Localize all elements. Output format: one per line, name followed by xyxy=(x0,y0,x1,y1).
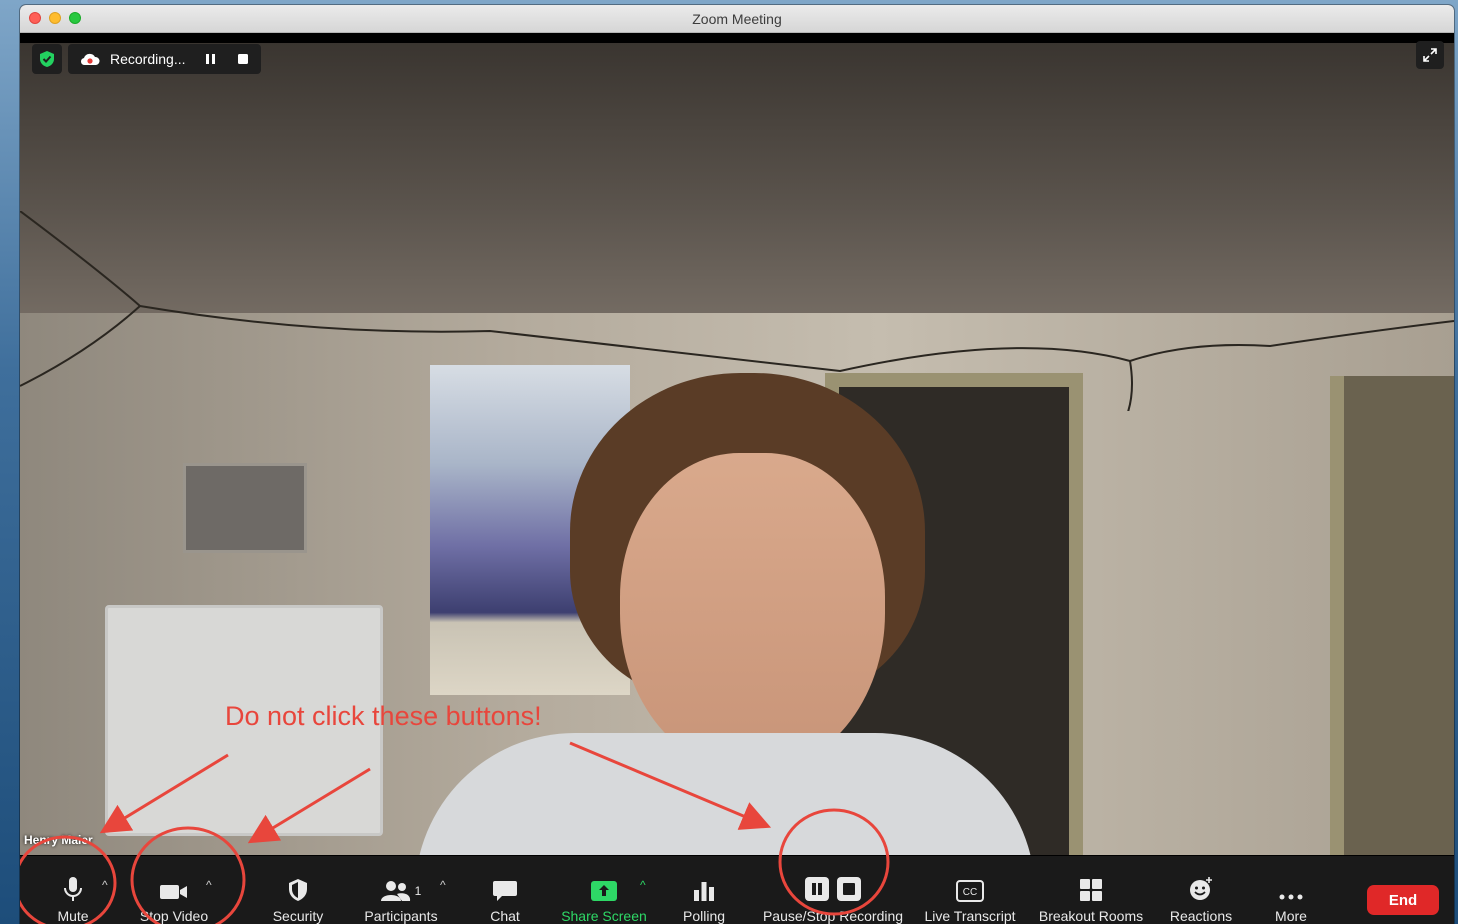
live-transcript-button[interactable]: CC Live Transcript xyxy=(920,856,1020,924)
breakout-rooms-icon xyxy=(1079,868,1103,902)
wall-picture xyxy=(183,463,307,553)
fullscreen-button[interactable] xyxy=(1416,41,1444,69)
polling-label: Polling xyxy=(682,908,726,924)
mute-button[interactable]: Mute xyxy=(42,856,104,924)
polling-button[interactable]: Polling xyxy=(676,856,732,924)
more-label: More xyxy=(1275,908,1307,924)
annotation-warning-text: Do not click these buttons! xyxy=(225,701,542,731)
participants-count: 1 xyxy=(414,884,422,898)
microphone-icon xyxy=(62,868,84,902)
audio-options-caret[interactable]: ^ xyxy=(102,878,108,892)
title-bar: Zoom Meeting xyxy=(20,5,1454,33)
video-feed xyxy=(20,43,1454,855)
pause-stop-recording-button[interactable]: Pause/Stop Recording xyxy=(760,856,906,924)
shield-check-icon xyxy=(40,51,54,67)
zoom-window: Zoom Meeting Recording... Henry Maier Mu… xyxy=(20,5,1454,924)
closed-caption-icon: CC xyxy=(956,868,984,902)
person-shirt xyxy=(415,733,1035,855)
chat-button[interactable]: Chat xyxy=(480,856,530,924)
video-camera-icon xyxy=(159,868,189,902)
stop-recording-button[interactable] xyxy=(237,53,249,65)
pause-stop-recording-label: Pause/Stop Recording xyxy=(762,908,904,924)
participant-name: Henry Maier xyxy=(24,833,93,847)
share-screen-button[interactable]: Share Screen xyxy=(558,856,650,924)
participants-button[interactable]: 1 Participants xyxy=(360,856,442,924)
mute-label: Mute xyxy=(57,908,89,924)
breakout-rooms-label: Breakout Rooms xyxy=(1038,908,1144,924)
meeting-info-bar: Recording... xyxy=(32,44,262,74)
share-screen-icon xyxy=(590,868,618,902)
recording-indicator: Recording... xyxy=(68,44,262,74)
fullscreen-icon xyxy=(1423,48,1437,62)
reactions-button[interactable]: Reactions xyxy=(1166,856,1236,924)
encryption-badge[interactable] xyxy=(32,44,62,74)
more-dots-icon xyxy=(1278,868,1304,902)
chat-bubble-icon xyxy=(492,868,518,902)
chat-label: Chat xyxy=(490,908,520,924)
pause-icon xyxy=(206,54,216,64)
recording-controls-icon xyxy=(804,868,862,902)
recording-status-text: Recording... xyxy=(110,51,186,67)
person-face xyxy=(620,453,885,773)
end-meeting-button[interactable]: End xyxy=(1367,885,1439,915)
window-title: Zoom Meeting xyxy=(692,11,782,27)
share-screen-label: Share Screen xyxy=(561,908,647,924)
reactions-label: Reactions xyxy=(1169,908,1233,924)
participants-options-caret[interactable]: ^ xyxy=(440,878,446,892)
reactions-icon xyxy=(1188,868,1214,902)
stop-video-button[interactable]: Stop Video xyxy=(136,856,212,924)
security-shield-icon xyxy=(287,868,309,902)
stop-icon xyxy=(238,54,249,64)
security-button[interactable]: Security xyxy=(264,856,332,924)
participants-icon: 1 xyxy=(380,868,422,902)
share-options-caret[interactable]: ^ xyxy=(640,878,646,892)
video-options-caret[interactable]: ^ xyxy=(206,878,212,892)
breakout-rooms-button[interactable]: Breakout Rooms xyxy=(1036,856,1146,924)
stop-video-label: Stop Video xyxy=(139,908,209,924)
meeting-toolbar: Mute ^ Stop Video ^ Security 1 Participa… xyxy=(20,856,1454,924)
security-label: Security xyxy=(272,908,324,924)
cloud-record-icon xyxy=(80,52,100,66)
cc-text: CC xyxy=(963,887,977,898)
doorway-right xyxy=(1330,376,1454,855)
polling-icon xyxy=(692,868,716,902)
pause-recording-button[interactable] xyxy=(205,53,217,65)
participants-label: Participants xyxy=(364,908,438,924)
more-button[interactable]: More xyxy=(1266,856,1316,924)
live-transcript-label: Live Transcript xyxy=(924,908,1016,924)
